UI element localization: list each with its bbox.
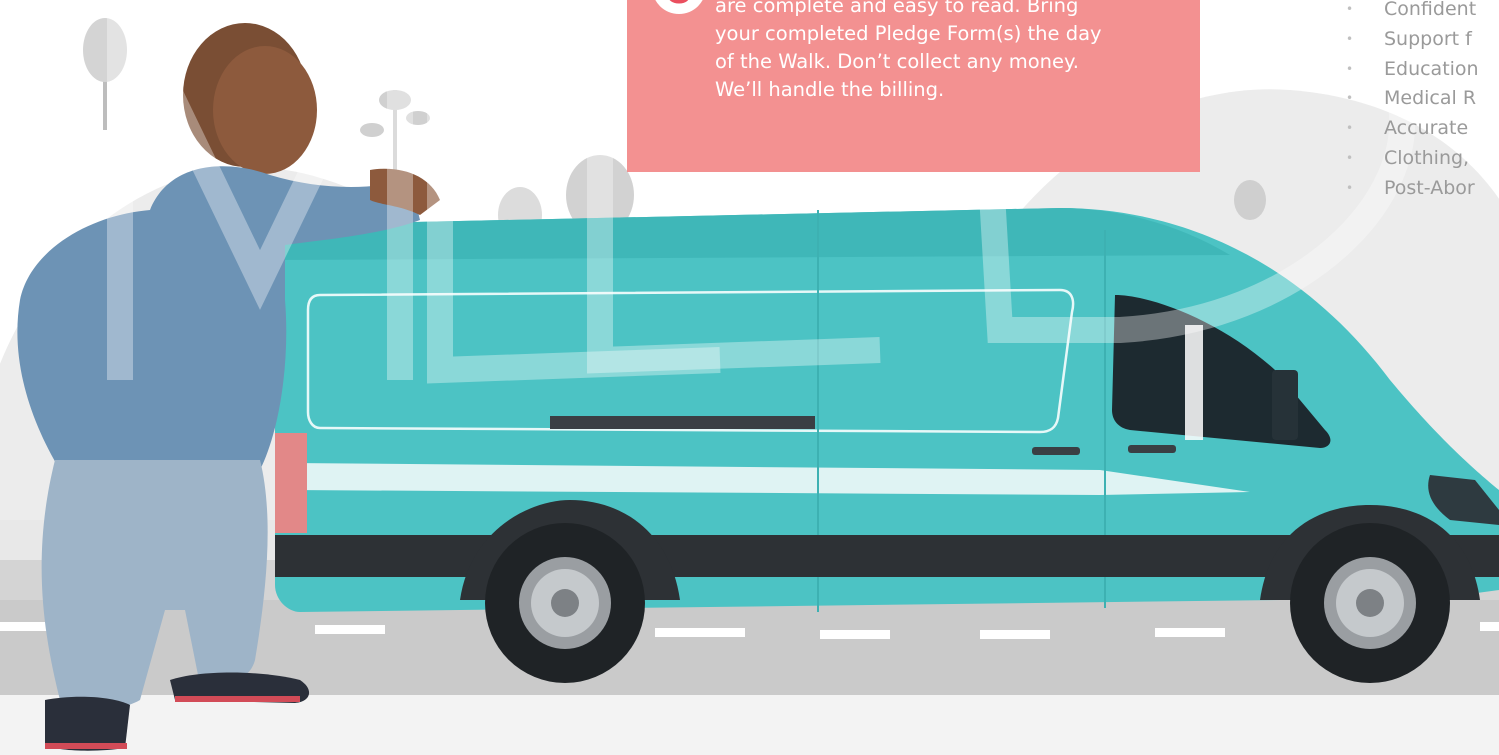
bullet-icon: •	[1346, 121, 1354, 136]
step-text-line: We’ll handle the billing.	[715, 78, 945, 101]
bullet-icon: •	[1346, 150, 1354, 165]
step-text-line: of the Walk. Don’t collect any money.	[715, 50, 1079, 73]
bullet-icon: •	[1346, 180, 1354, 195]
services-item-text: Clothing,	[1384, 146, 1470, 169]
step-text-line: are complete and easy to read. Bring	[715, 0, 1079, 17]
services-item-text: Education	[1384, 57, 1479, 80]
services-item-text: Support f	[1384, 27, 1472, 50]
step-text-line: your completed Pledge Form(s) the day	[715, 22, 1102, 45]
services-item-text: Post-Abor	[1384, 176, 1475, 199]
bullet-icon: •	[1346, 31, 1354, 46]
bullet-icon: •	[1346, 61, 1354, 76]
services-item-text: Confident	[1384, 0, 1477, 20]
bullet-icon: •	[1346, 91, 1354, 106]
services-item-text: Medical R	[1384, 87, 1477, 110]
bullet-icon: •	[1346, 2, 1354, 16]
services-item-text: Accurate	[1384, 117, 1469, 140]
